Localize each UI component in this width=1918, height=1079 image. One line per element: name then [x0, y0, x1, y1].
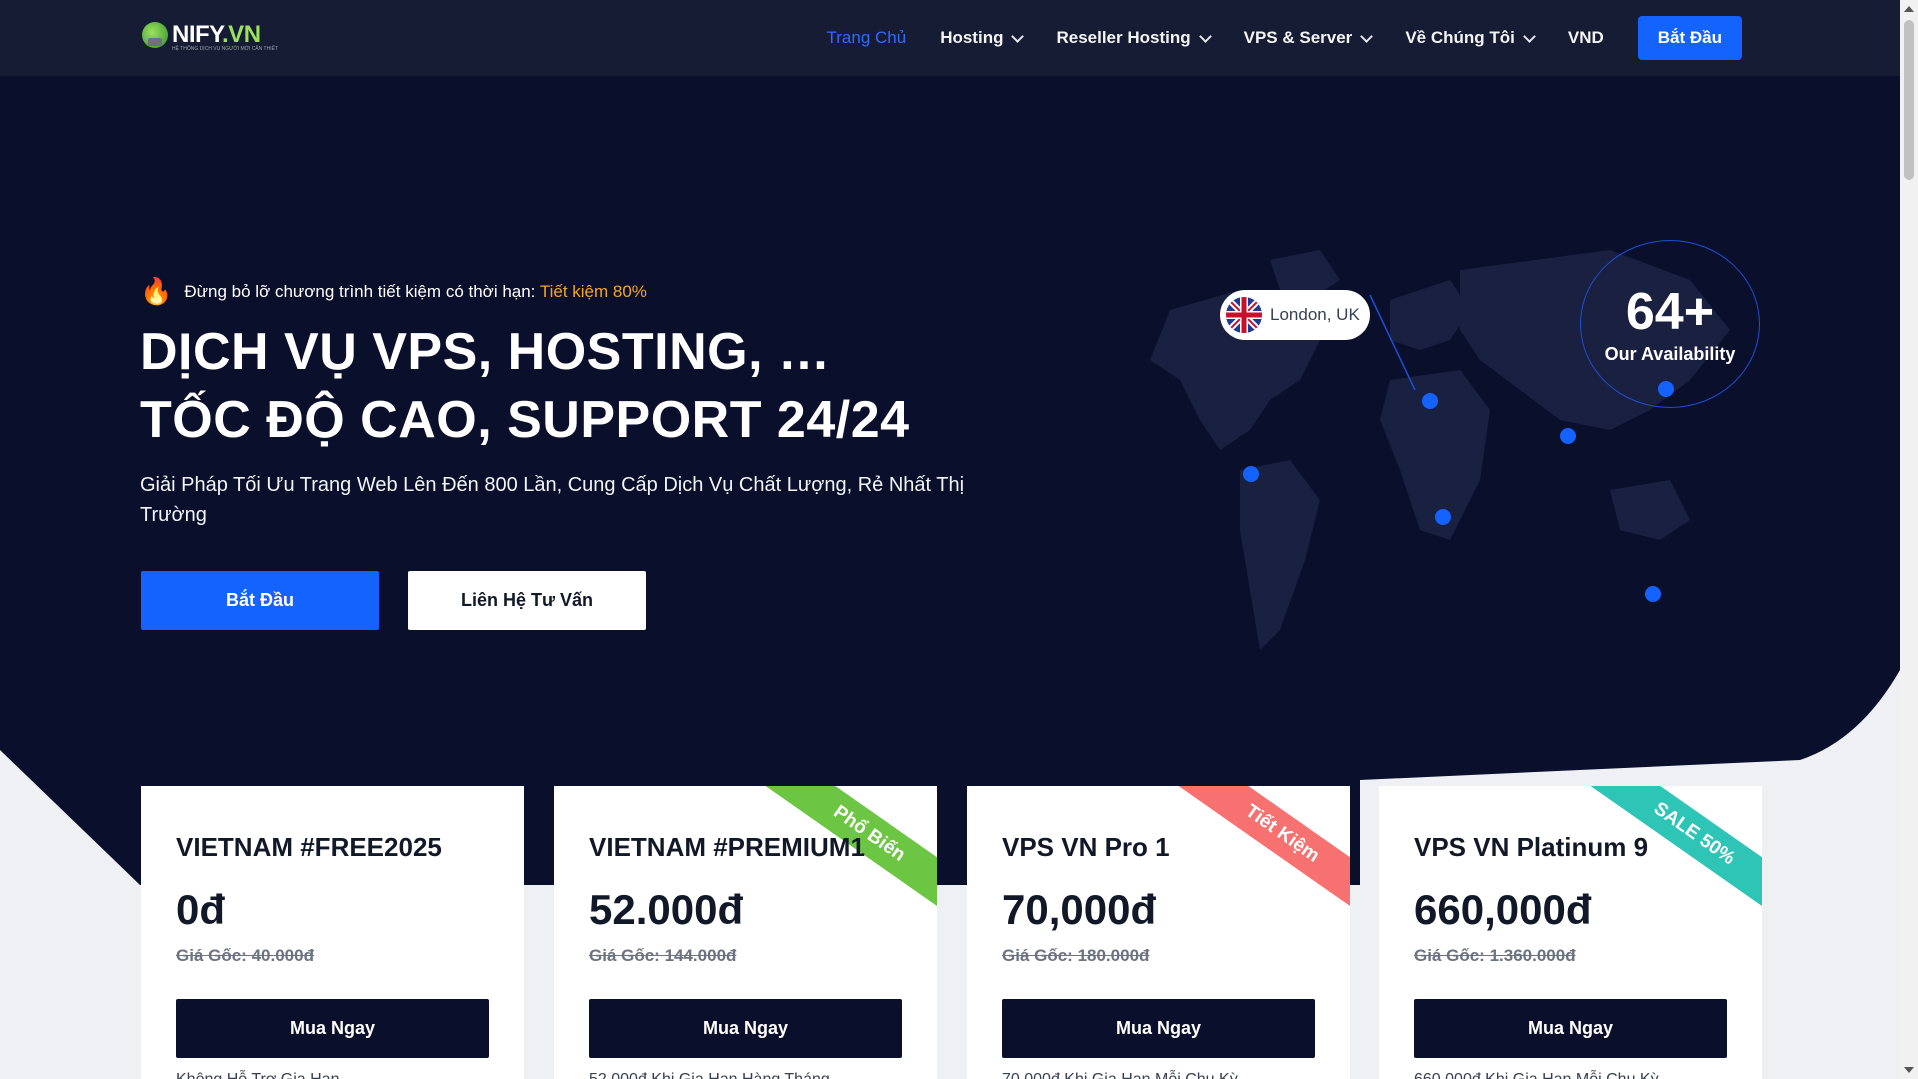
hero-subtitle: Giải Pháp Tối Ưu Trang Web Lên Đến 800 L…: [140, 474, 965, 526]
chevron-down-icon: [1360, 29, 1374, 43]
availability-number: 64+: [1625, 282, 1715, 341]
location-bubble: London, UK: [1220, 290, 1370, 340]
card-price: 0đ: [176, 886, 226, 933]
start-button[interactable]: Bắt Đầu: [141, 571, 379, 630]
nav-item-about[interactable]: Về Chúng Tôi: [1405, 28, 1536, 48]
scroll-down-icon[interactable]: [1904, 1067, 1914, 1073]
contact-button[interactable]: Liên Hệ Tư Vấn: [408, 571, 646, 630]
card-ribbon: Tiết Kiệm: [1172, 786, 1350, 920]
fire-icon: 🔥: [140, 276, 173, 306]
card-title: VPS VN Platinum 9: [1414, 832, 1649, 862]
page-scrollbar[interactable]: [1900, 0, 1918, 1079]
card-price: 660,000đ: [1414, 886, 1592, 933]
card-note: 52.000đ Khi Gia Hạn Hàng Tháng: [589, 1071, 830, 1079]
nav-item-hosting[interactable]: Hosting: [940, 28, 1025, 48]
buy-now-button[interactable]: Mua Ngay: [589, 999, 902, 1058]
promo-banner: 🔥 Đừng bỏ lỡ chương trình tiết kiệm có t…: [140, 276, 647, 307]
pricing-card: SALE 50% VPS VN Platinum 9 660,000đ Giá …: [1379, 786, 1762, 1079]
card-original-price: Giá Gốc: 144.000đ: [589, 946, 737, 965]
scroll-thumb[interactable]: [1904, 20, 1914, 180]
hero-title: DỊCH VỤ VPS, HOSTING, … TỐC ĐỘ CAO, SUPP…: [140, 323, 910, 449]
card-title: VPS VN Pro 1: [1002, 832, 1170, 862]
nav-item-home[interactable]: Trang Chủ: [827, 28, 907, 48]
map-marker[interactable]: [1243, 466, 1259, 482]
card-title: VIETNAM #FREE2025: [176, 832, 442, 862]
card-title: VIETNAM #PREMIUM1: [589, 832, 865, 862]
header-start-button[interactable]: Bắt Đầu: [1637, 16, 1742, 60]
card-note: Không Hỗ Trợ Gia Hạn: [176, 1071, 339, 1079]
chevron-down-icon: [1522, 29, 1536, 43]
nav-item-reseller-hosting[interactable]: Reseller Hosting: [1056, 28, 1212, 48]
card-price: 52.000đ: [589, 886, 744, 933]
chevron-down-icon: [1011, 29, 1025, 43]
logo[interactable]: NIFY.VN HỆ THỐNG DỊCH VỤ NGƯỜI MỚI CÂN T…: [142, 21, 278, 52]
card-note: 70.000đ Khi Gia Hạn Mỗi Chu Kỳ: [1002, 1071, 1238, 1079]
buy-now-button[interactable]: Mua Ngay: [1414, 999, 1727, 1058]
map-marker[interactable]: [1560, 428, 1576, 444]
pricing-card: Phổ Biến VIETNAM #PREMIUM1 52.000đ Giá G…: [554, 786, 937, 1079]
logo-tagline: HỆ THỐNG DỊCH VỤ NGƯỜI MỚI CÂN THIẾT: [172, 46, 278, 52]
card-price: 70,000đ: [1002, 886, 1157, 933]
availability-badge: 64+ Our Availability: [1580, 240, 1760, 408]
map-marker[interactable]: [1435, 509, 1451, 525]
card-original-price: Giá Gốc: 40.000đ: [176, 946, 314, 965]
site-header: NIFY.VN HỆ THỐNG DỊCH VỤ NGƯỜI MỚI CÂN T…: [0, 0, 1900, 76]
pricing-card: Tiết Kiệm VPS VN Pro 1 70,000đ Giá Gốc: …: [967, 786, 1350, 1079]
buy-now-button[interactable]: Mua Ngay: [1002, 999, 1315, 1058]
map-marker[interactable]: [1422, 393, 1438, 409]
buy-now-button[interactable]: Mua Ngay: [176, 999, 489, 1058]
location-label: London, UK: [1270, 305, 1360, 324]
logo-text: NIFY.VN: [172, 21, 261, 48]
card-note: 660.000đ Khi Gia Hạn Mỗi Chu Kỳ: [1414, 1071, 1659, 1079]
scroll-up-icon[interactable]: [1904, 6, 1914, 12]
main-nav: Trang Chủ Hosting Reseller Hosting VPS &…: [793, 16, 1742, 60]
map-marker[interactable]: [1645, 586, 1661, 602]
uk-flag-icon: [1226, 297, 1262, 333]
card-original-price: Giá Gốc: 180.000đ: [1002, 946, 1150, 965]
chevron-down-icon: [1198, 29, 1212, 43]
pricing-card: VIETNAM #FREE2025 0đ Giá Gốc: 40.000đ Mu…: [141, 786, 524, 1079]
promo-text: Đừng bỏ lỡ chương trình tiết kiệm có thờ…: [184, 281, 647, 301]
nav-item-vps-server[interactable]: VPS & Server: [1244, 28, 1374, 48]
availability-label: Our Availability: [1604, 343, 1736, 364]
nav-item-currency[interactable]: VND: [1568, 28, 1604, 48]
card-original-price: Giá Gốc: 1.360.000đ: [1414, 946, 1576, 965]
logo-icon: [142, 22, 168, 48]
